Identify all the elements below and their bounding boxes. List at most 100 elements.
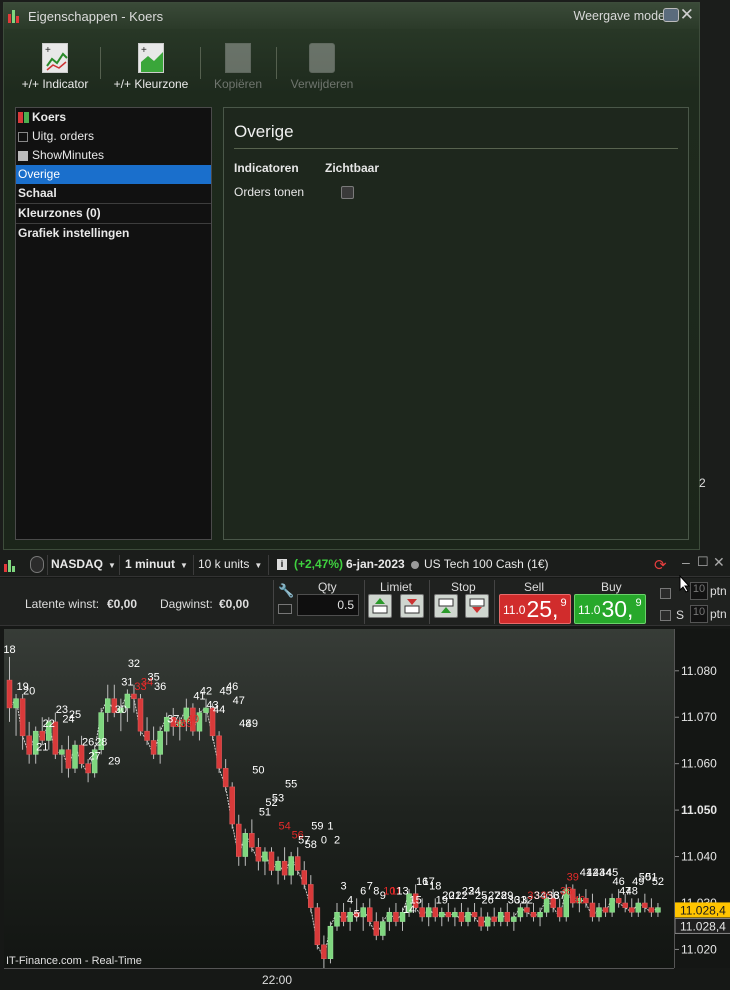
add-indicator-button[interactable]: + +/+ Indicator: [20, 43, 90, 91]
candle-down: [85, 763, 91, 774]
sell-stop-icon[interactable]: [465, 594, 489, 618]
trash-icon: [309, 43, 335, 73]
ptn-unit-label: ptn: [710, 607, 727, 621]
toolbar-divider: [100, 47, 101, 79]
bar-number-label: 58: [305, 839, 317, 851]
close-icon[interactable]: ✕: [713, 554, 725, 571]
price-chart[interactable]: 1819202122232425262728293031323334353637…: [4, 629, 674, 968]
maximize-icon[interactable]: ☐: [697, 554, 709, 570]
copy-button[interactable]: Kopiëren: [210, 43, 266, 91]
sell-limit-icon[interactable]: [400, 594, 424, 618]
view-mode-label[interactable]: Weergave mode: [574, 9, 666, 23]
candle-down: [471, 912, 478, 918]
properties-panel: Overige Indicatoren Zichtbaar Orders ton…: [223, 107, 689, 540]
tree-item-overige[interactable]: Overige: [16, 165, 211, 184]
svg-text:+: +: [141, 45, 147, 56]
tree-item-label: ShowMinutes: [32, 148, 105, 162]
candle-up: [484, 916, 491, 927]
candle-down: [340, 912, 347, 922]
time-axis[interactable]: 22:00: [4, 968, 674, 990]
refresh-icon[interactable]: ⟳: [654, 556, 667, 574]
take-profit-input[interactable]: 10: [690, 582, 708, 600]
keyboard-icon[interactable]: [278, 604, 292, 614]
add-color-zone-button[interactable]: + +/+ Kleurzone: [112, 43, 190, 91]
view-mode-icon[interactable]: [663, 8, 679, 22]
link-icon[interactable]: [30, 556, 44, 573]
bar-number-label: 52: [652, 876, 664, 888]
candle-down: [530, 912, 537, 918]
candle-down: [373, 921, 380, 936]
timeframe-label: 1 minuut: [125, 557, 175, 571]
qty-input[interactable]: [297, 594, 359, 616]
candle-up: [452, 912, 458, 918]
units-selector[interactable]: 10 k units ▼: [198, 557, 262, 571]
candle-up: [439, 912, 445, 918]
ptn-unit-label: ptn: [710, 584, 727, 598]
candle-down: [491, 916, 497, 922]
candle-up: [609, 898, 615, 913]
wrench-icon[interactable]: 🔧: [278, 583, 294, 599]
tree-item-color-zones[interactable]: Kleurzones (0): [16, 203, 211, 223]
close-icon[interactable]: ✕: [680, 5, 694, 25]
divider: [494, 580, 495, 624]
stop-loss-label: S: [676, 608, 685, 622]
candle-down: [419, 907, 425, 918]
tree-item-showminutes[interactable]: ShowMinutes: [16, 146, 211, 165]
tree-item-koers[interactable]: Koers: [16, 108, 211, 127]
add-indicator-icon: +: [42, 43, 68, 73]
candle-down: [393, 912, 399, 922]
orders-visible-checkbox[interactable]: [341, 186, 354, 199]
price-tick-label: 11.040: [681, 850, 717, 864]
candle-up: [72, 744, 78, 769]
candle-down: [301, 870, 307, 885]
minimize-icon[interactable]: –: [682, 554, 690, 570]
timeframe-selector[interactable]: 1 minuut ▼: [125, 557, 188, 571]
candle-up: [242, 833, 249, 857]
bar-number-label: 28: [95, 737, 107, 749]
delete-button[interactable]: Verwijderen: [286, 43, 358, 91]
candle-down: [229, 786, 235, 825]
add-color-zone-icon: +: [138, 43, 164, 73]
buy-button[interactable]: 11.0 30, 9: [574, 594, 646, 624]
sell-price-fraction: 9: [560, 597, 567, 609]
tree-item-label: Uitg. orders: [32, 129, 95, 143]
tree-item-schaal[interactable]: Schaal: [16, 184, 211, 203]
bar-number-label: 47: [233, 695, 245, 707]
toolbar-divider: [268, 555, 269, 575]
candle-down: [131, 693, 137, 699]
candle-down: [615, 898, 622, 904]
tree-item-orders[interactable]: Uitg. orders: [16, 127, 211, 146]
bar-number-label: 40: [187, 714, 199, 726]
orders-row-label: Orders tonen: [234, 185, 305, 199]
bar-number-label: 20: [23, 686, 35, 698]
candle-up: [288, 856, 294, 876]
candle-down: [19, 698, 26, 737]
last-price-label: 11.028,4: [680, 903, 726, 917]
buy-label: Buy: [601, 580, 622, 594]
chevron-down-icon: ▼: [254, 561, 263, 570]
candle-down: [458, 912, 465, 922]
price-axis[interactable]: 11.08011.07011.06011.05011.04011.03011.0…: [674, 629, 730, 968]
qty-label: Qty: [318, 580, 337, 594]
time-tick-label: 22:00: [262, 973, 293, 987]
stop-loss-checkbox[interactable]: [660, 610, 671, 621]
toolbar-divider: [47, 555, 48, 575]
bar-number-label: 18: [4, 644, 16, 656]
sell-price-prefix: 11.0: [503, 603, 526, 617]
chart-window: NASDAQ ▼ 1 minuut ▼ 10 k units ▼ i (+2,47%)…: [0, 553, 730, 990]
buy-limit-icon[interactable]: [368, 594, 392, 618]
status-dot-icon: [411, 561, 419, 569]
stop-loss-input[interactable]: 10: [690, 605, 708, 623]
toolbar-divider: [200, 47, 201, 79]
buy-stop-icon[interactable]: [434, 594, 458, 618]
tree-item-chart-settings[interactable]: Grafiek instellingen: [16, 223, 211, 243]
toolbar-divider: [276, 47, 277, 79]
candle-down: [478, 916, 484, 927]
market-selector[interactable]: NASDAQ ▼: [51, 557, 116, 571]
sell-button[interactable]: 11.0 25, 9: [499, 594, 571, 624]
candle-down: [432, 907, 438, 918]
candle-down: [367, 907, 373, 922]
take-profit-checkbox[interactable]: [660, 588, 671, 599]
info-icon[interactable]: i: [277, 559, 287, 570]
panel-divider: [234, 148, 678, 149]
